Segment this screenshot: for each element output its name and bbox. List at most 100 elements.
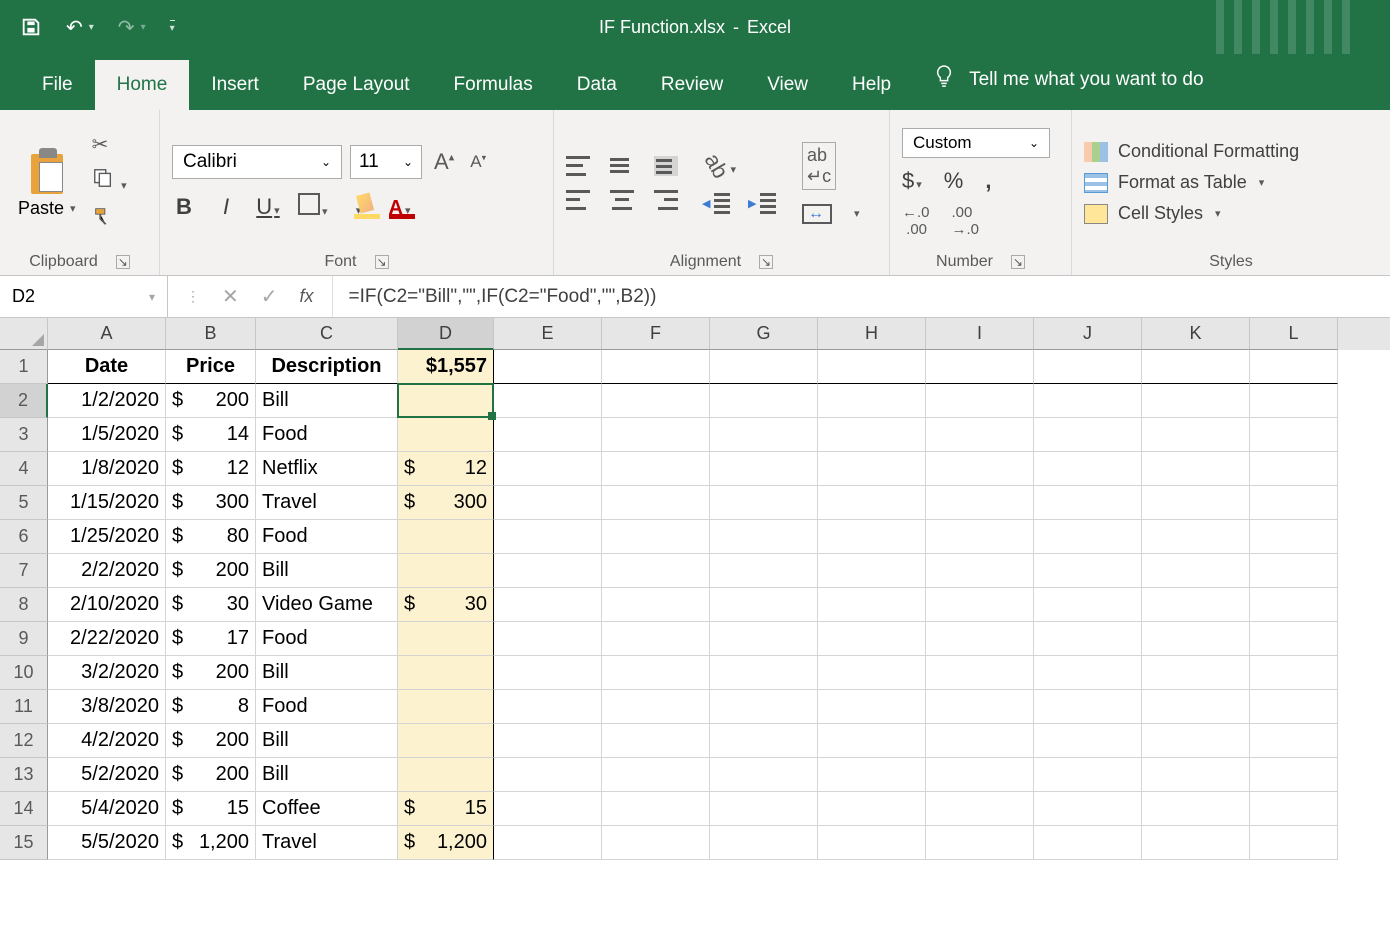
align-left-icon[interactable] (566, 190, 590, 210)
cell-E12[interactable] (494, 724, 602, 758)
row-header-4[interactable]: 4 (0, 452, 48, 486)
cell-G2[interactable] (710, 384, 818, 418)
cell-H8[interactable] (818, 588, 926, 622)
row-header-3[interactable]: 3 (0, 418, 48, 452)
cell-E9[interactable] (494, 622, 602, 656)
cell-A3[interactable]: 1/5/2020 (48, 418, 166, 452)
column-header-F[interactable]: F (602, 318, 710, 350)
cell-F11[interactable] (602, 690, 710, 724)
select-all-corner[interactable] (0, 318, 48, 350)
cell-D1[interactable]: $1,557 (398, 350, 494, 384)
font-color-button[interactable]: A▾ (388, 194, 412, 220)
cell-C13[interactable]: Bill (256, 758, 398, 792)
cell-D7[interactable] (398, 554, 494, 588)
cell-I13[interactable] (926, 758, 1034, 792)
column-header-D[interactable]: D (398, 318, 494, 350)
cell-H6[interactable] (818, 520, 926, 554)
decrease-font-icon[interactable]: A▾ (466, 152, 490, 172)
cell-I9[interactable] (926, 622, 1034, 656)
row-header-5[interactable]: 5 (0, 486, 48, 520)
tell-me-search[interactable]: Tell me what you want to do (913, 50, 1223, 110)
cell-J5[interactable] (1034, 486, 1142, 520)
cell-D12[interactable] (398, 724, 494, 758)
cell-G8[interactable] (710, 588, 818, 622)
cell-B9[interactable]: $17 (166, 622, 256, 656)
cell-J4[interactable] (1034, 452, 1142, 486)
cell-L1[interactable] (1250, 350, 1338, 384)
cell-A9[interactable]: 2/22/2020 (48, 622, 166, 656)
cell-I4[interactable] (926, 452, 1034, 486)
cell-C4[interactable]: Netflix (256, 452, 398, 486)
save-icon[interactable] (20, 16, 42, 38)
tab-help[interactable]: Help (830, 60, 913, 110)
comma-format-icon[interactable]: , (985, 168, 991, 194)
cell-K6[interactable] (1142, 520, 1250, 554)
cell-B2[interactable]: $200 (166, 384, 256, 418)
cell-L5[interactable] (1250, 486, 1338, 520)
cell-L4[interactable] (1250, 452, 1338, 486)
cell-J13[interactable] (1034, 758, 1142, 792)
cell-E7[interactable] (494, 554, 602, 588)
cell-L6[interactable] (1250, 520, 1338, 554)
increase-indent-icon[interactable] (750, 193, 776, 213)
cell-B4[interactable]: $12 (166, 452, 256, 486)
cell-E6[interactable] (494, 520, 602, 554)
decrease-indent-icon[interactable] (704, 193, 730, 213)
column-header-J[interactable]: J (1034, 318, 1142, 350)
bold-button[interactable]: B (172, 194, 196, 220)
row-header-15[interactable]: 15 (0, 826, 48, 860)
row-header-12[interactable]: 12 (0, 724, 48, 758)
row-header-14[interactable]: 14 (0, 792, 48, 826)
cell-C12[interactable]: Bill (256, 724, 398, 758)
cell-A4[interactable]: 1/8/2020 (48, 452, 166, 486)
cell-L11[interactable] (1250, 690, 1338, 724)
cell-F5[interactable] (602, 486, 710, 520)
cell-C7[interactable]: Bill (256, 554, 398, 588)
cell-A15[interactable]: 5/5/2020 (48, 826, 166, 860)
orientation-icon[interactable]: ab▾ (704, 153, 736, 179)
cell-F15[interactable] (602, 826, 710, 860)
cell-I1[interactable] (926, 350, 1034, 384)
cell-L2[interactable] (1250, 384, 1338, 418)
number-dialog-launcher[interactable]: ↘ (1011, 255, 1025, 269)
cell-F13[interactable] (602, 758, 710, 792)
column-header-H[interactable]: H (818, 318, 926, 350)
cell-E15[interactable] (494, 826, 602, 860)
cell-C5[interactable]: Travel (256, 486, 398, 520)
cell-F3[interactable] (602, 418, 710, 452)
cell-K3[interactable] (1142, 418, 1250, 452)
tab-page-layout[interactable]: Page Layout (281, 60, 432, 110)
decrease-decimal-icon[interactable]: .00→.0 (952, 204, 980, 238)
cell-K15[interactable] (1142, 826, 1250, 860)
name-box[interactable]: D2▾ (0, 276, 168, 317)
cell-K9[interactable] (1142, 622, 1250, 656)
cell-H14[interactable] (818, 792, 926, 826)
cell-D4[interactable]: $12 (398, 452, 494, 486)
cell-A13[interactable]: 5/2/2020 (48, 758, 166, 792)
enter-formula-icon[interactable]: ✓ (261, 284, 278, 309)
cell-D9[interactable] (398, 622, 494, 656)
cell-D5[interactable]: $300 (398, 486, 494, 520)
cell-E10[interactable] (494, 656, 602, 690)
align-center-icon[interactable] (610, 190, 634, 210)
italic-button[interactable]: I (214, 194, 238, 220)
align-bottom-icon[interactable] (654, 156, 678, 176)
cell-G3[interactable] (710, 418, 818, 452)
undo-icon[interactable]: ↶▾ (66, 15, 94, 40)
paste-button[interactable]: Paste▾ (12, 146, 82, 219)
column-header-L[interactable]: L (1250, 318, 1338, 350)
cell-C8[interactable]: Video Game (256, 588, 398, 622)
cell-B10[interactable]: $200 (166, 656, 256, 690)
wrap-text-icon[interactable]: ab↵c (802, 142, 836, 190)
cell-C6[interactable]: Food (256, 520, 398, 554)
cell-A7[interactable]: 2/2/2020 (48, 554, 166, 588)
cell-B1[interactable]: Price (166, 350, 256, 384)
tab-insert[interactable]: Insert (189, 60, 281, 110)
cell-K1[interactable] (1142, 350, 1250, 384)
alignment-dialog-launcher[interactable]: ↘ (759, 255, 773, 269)
cell-K14[interactable] (1142, 792, 1250, 826)
cell-A2[interactable]: 1/2/2020 (48, 384, 166, 418)
cell-F9[interactable] (602, 622, 710, 656)
row-header-10[interactable]: 10 (0, 656, 48, 690)
cell-H1[interactable] (818, 350, 926, 384)
